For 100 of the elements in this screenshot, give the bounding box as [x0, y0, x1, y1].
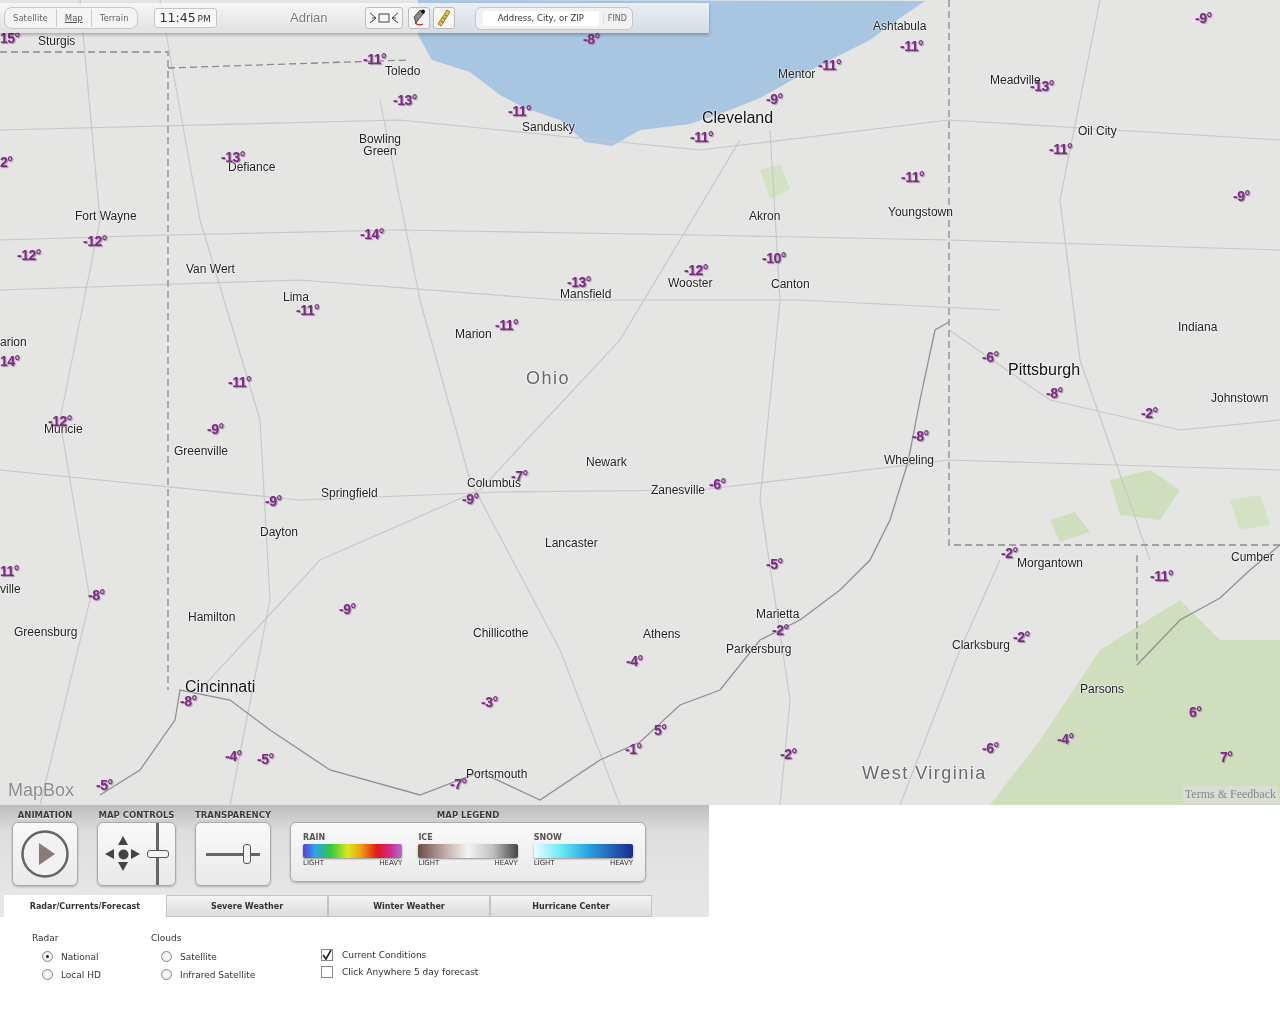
temperature-marker[interactable]: -11°	[690, 129, 714, 145]
temperature-marker[interactable]: -6°	[982, 349, 999, 365]
temperature-marker[interactable]: -11°	[901, 169, 925, 185]
temperature-marker[interactable]: -2°	[1001, 545, 1018, 561]
radio-button[interactable]	[42, 969, 53, 980]
temperature-marker[interactable]: -5°	[766, 556, 783, 572]
temperature-marker[interactable]: -7°	[450, 776, 467, 792]
slider-thumb[interactable]	[146, 850, 169, 858]
fit-view-button[interactable]	[364, 7, 403, 29]
temperature-marker[interactable]: -11°	[296, 302, 320, 318]
draw-button[interactable]	[407, 7, 430, 29]
temperature-marker[interactable]: -6°	[709, 476, 726, 492]
temperature-marker[interactable]: -5°	[257, 751, 274, 767]
temperature-marker[interactable]: -8°	[583, 31, 600, 47]
section-heading: ANIMATION	[17, 810, 73, 820]
temperature-marker[interactable]: -10°	[762, 250, 786, 266]
map-type-button[interactable]: Terrain	[90, 9, 137, 27]
slider-thumb[interactable]	[242, 844, 251, 864]
temperature-marker[interactable]: -2°	[780, 746, 797, 762]
temperature-marker[interactable]: 15°	[0, 30, 20, 46]
temperature-marker[interactable]: 7°	[1220, 749, 1233, 765]
map-attribution: MapBox	[8, 780, 75, 801]
find-button[interactable]: FIND	[602, 13, 629, 23]
temperature-marker[interactable]: -4°	[626, 653, 643, 669]
option-label[interactable]: Satellite	[180, 951, 217, 962]
temperature-marker[interactable]: -12°	[83, 233, 107, 249]
temperature-marker[interactable]: -5°	[96, 777, 113, 793]
temperature-marker[interactable]: -2°	[1141, 405, 1158, 421]
period-text: PM	[197, 14, 211, 24]
temperature-marker[interactable]: -2°	[1013, 629, 1030, 645]
play-button[interactable]	[12, 822, 78, 886]
pan-up-button[interactable]	[118, 836, 129, 846]
radio-button[interactable]	[42, 951, 53, 962]
option-label[interactable]: Click Anywhere 5 day forecast	[342, 967, 479, 977]
option-label[interactable]: Infrared Satellite	[180, 969, 256, 980]
temperature-marker[interactable]: -14°	[360, 226, 384, 242]
temperature-marker[interactable]: -11°	[900, 38, 924, 54]
temperature-marker[interactable]: -9°	[766, 91, 783, 107]
temperature-marker[interactable]: -11°	[228, 374, 252, 390]
city-label: Portsmouth	[466, 767, 528, 781]
center-button[interactable]	[117, 848, 129, 860]
temperature-marker[interactable]: -1°	[625, 741, 642, 757]
temperature-marker[interactable]: -11°	[495, 317, 519, 333]
temperature-marker[interactable]: -11°	[363, 51, 387, 67]
temperature-marker[interactable]: -9°	[265, 493, 282, 509]
city-label: Akron	[749, 209, 781, 223]
map-type-button[interactable]: Satellite	[5, 9, 56, 27]
temperature-marker[interactable]: 2°	[0, 154, 13, 170]
temperature-marker[interactable]: -9°	[1195, 10, 1212, 26]
temperature-marker[interactable]: -13°	[393, 92, 417, 108]
city-label: Oil City	[1078, 124, 1117, 138]
city-label: Ashtabula	[873, 19, 927, 33]
tab[interactable]: Severe Weather	[166, 895, 328, 917]
temperature-marker[interactable]: -9°	[1233, 188, 1250, 204]
city-label: Cumber	[1231, 550, 1274, 564]
temperature-marker[interactable]: -11°	[508, 103, 532, 119]
temperature-marker[interactable]: -8°	[180, 693, 197, 709]
temperature-marker[interactable]: 11°	[0, 563, 19, 579]
city-label: Parkersburg	[726, 642, 792, 656]
temperature-marker[interactable]: -8°	[912, 428, 929, 444]
option-label[interactable]: Current Conditions	[342, 950, 427, 960]
temperature-marker[interactable]: -2°	[772, 622, 789, 638]
temperature-marker[interactable]: -9°	[462, 491, 479, 507]
temperature-marker[interactable]: 5°	[654, 722, 667, 738]
temperature-marker[interactable]: 6°	[1189, 704, 1202, 720]
temperature-marker[interactable]: -4°	[225, 748, 242, 764]
radio-button[interactable]	[161, 969, 172, 980]
pan-right-button[interactable]	[131, 849, 142, 859]
tab[interactable]: Radar/Currents/Forecast	[4, 895, 166, 917]
temperature-marker[interactable]: -11°	[1150, 568, 1174, 584]
search-field[interactable]: Address, City, or ZIP	[482, 10, 599, 26]
map-type-button[interactable]: Map	[55, 9, 91, 27]
temperature-marker[interactable]: -3°	[481, 694, 498, 710]
checkbox[interactable]	[321, 949, 333, 961]
temperature-marker[interactable]: -11°	[818, 57, 842, 73]
ruler-button[interactable]	[432, 7, 455, 29]
pan-left-button[interactable]	[105, 849, 116, 859]
checkbox[interactable]	[321, 966, 333, 978]
tab[interactable]: Winter Weather	[328, 895, 490, 917]
temperature-marker[interactable]: -8°	[88, 587, 105, 603]
temperature-marker[interactable]: -4°	[1057, 731, 1074, 747]
temperature-marker[interactable]: -6°	[982, 740, 999, 756]
temperature-marker[interactable]: -8°	[1046, 385, 1063, 401]
temperature-marker[interactable]: -12°	[17, 247, 41, 263]
temperature-marker[interactable]: -9°	[339, 601, 356, 617]
temperature-marker[interactable]: -12°	[684, 262, 708, 278]
radio-button[interactable]	[161, 951, 172, 962]
temperature-marker[interactable]: 14°	[0, 353, 20, 369]
temperature-marker[interactable]: -11°	[1049, 141, 1073, 157]
option-label[interactable]: Local HD	[61, 969, 101, 980]
city-label: Toledo	[385, 64, 421, 78]
city-label: Marion	[455, 327, 492, 341]
pan-down-button[interactable]	[118, 862, 129, 872]
triangle-icon	[131, 849, 142, 859]
option-label[interactable]: National	[61, 951, 99, 962]
temperature-marker[interactable]: -9°	[207, 421, 224, 437]
tab[interactable]: Hurricane Center	[490, 895, 652, 917]
play-icon	[20, 829, 70, 879]
pen-icon	[410, 9, 427, 27]
temperature-marker[interactable]: -13°	[567, 274, 591, 290]
